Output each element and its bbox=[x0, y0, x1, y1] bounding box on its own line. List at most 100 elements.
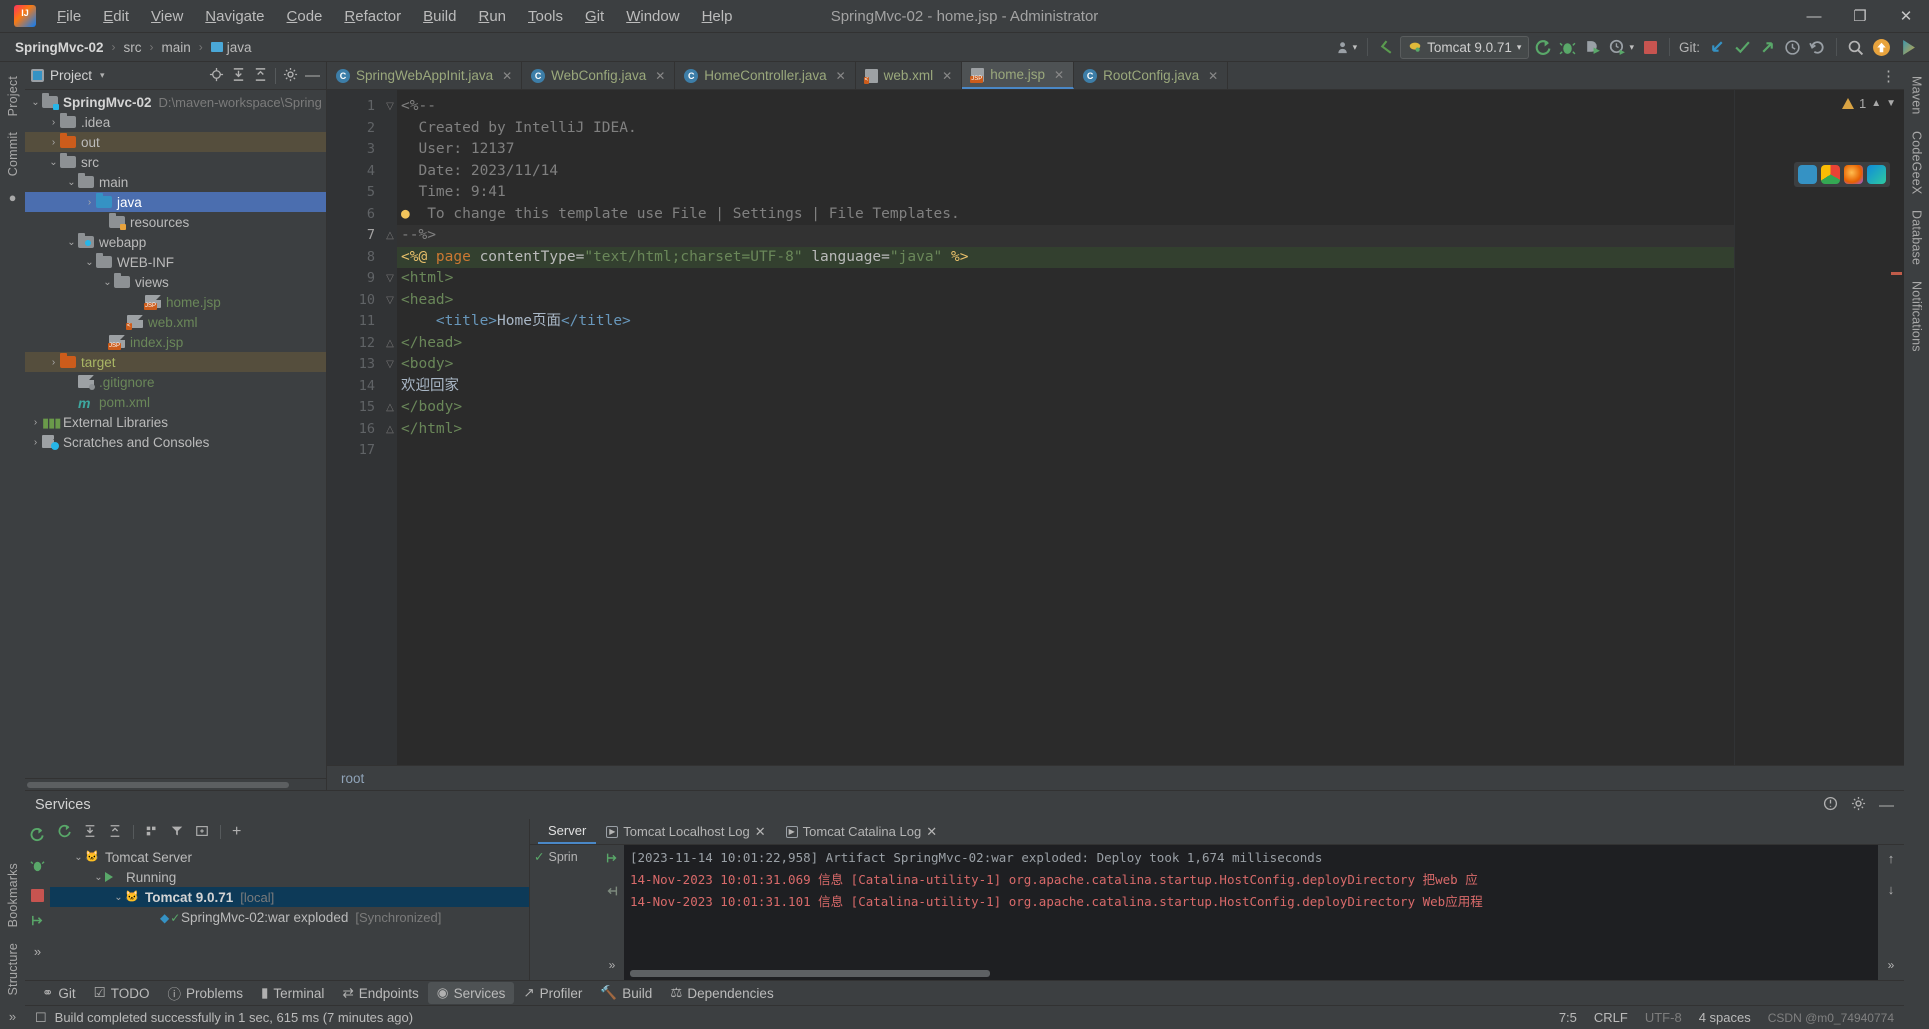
group-icon[interactable] bbox=[145, 824, 159, 841]
fold-marker[interactable]: △ bbox=[383, 419, 397, 441]
menu-refactor[interactable]: Refactor bbox=[333, 3, 412, 30]
exit-icon[interactable] bbox=[605, 851, 619, 870]
file-encoding[interactable]: UTF-8 bbox=[1645, 1010, 1682, 1025]
menu-help[interactable]: Help bbox=[691, 3, 744, 30]
tree-row-resources[interactable]: • resources bbox=[25, 212, 326, 232]
minimize-button[interactable]: — bbox=[1791, 0, 1837, 32]
scroll-up-icon[interactable]: ↑ bbox=[1888, 851, 1895, 866]
rail-item-bookmarks[interactable]: Bookmarks bbox=[3, 855, 23, 935]
tree-row-out[interactable]: › out bbox=[25, 132, 326, 152]
tool-window-todo[interactable]: ☑ TODO bbox=[85, 982, 159, 1004]
fold-marker[interactable]: ▽ bbox=[383, 96, 397, 118]
more-icon[interactable]: » bbox=[609, 958, 616, 980]
services-row-tomcat-server[interactable]: ⌄ Tomcat Server bbox=[50, 847, 529, 867]
chevron-down-icon[interactable]: ⌄ bbox=[83, 257, 96, 268]
chevron-right-icon[interactable]: › bbox=[29, 417, 42, 428]
locate-icon[interactable] bbox=[209, 67, 224, 85]
ide-browser-icon[interactable] bbox=[1798, 165, 1817, 184]
chevron-down-icon[interactable]: ⌄ bbox=[112, 892, 125, 903]
chevron-down-icon[interactable]: ⌄ bbox=[29, 97, 42, 108]
inspection-status[interactable]: 1 ▲ ▼ bbox=[1841, 96, 1896, 111]
menu-tools[interactable]: Tools bbox=[517, 3, 574, 30]
menu-run[interactable]: Run bbox=[467, 3, 517, 30]
svc-tab-tomcat-localhost-log[interactable]: ▶ Tomcat Localhost Log ✕ bbox=[596, 820, 775, 844]
close-icon[interactable]: ✕ bbox=[942, 69, 952, 83]
tree-row-index-jsp[interactable]: • JSP index.jsp bbox=[25, 332, 326, 352]
gear-icon[interactable] bbox=[1851, 796, 1866, 814]
gear-icon[interactable] bbox=[283, 67, 298, 85]
run-configuration-selector[interactable]: Tomcat 9.0.71 ▾ bbox=[1400, 35, 1530, 59]
back-arrow-icon[interactable] bbox=[1375, 36, 1398, 59]
tree-row-views[interactable]: ⌄ views bbox=[25, 272, 326, 292]
exit-icon[interactable] bbox=[30, 913, 45, 933]
tab-springwebappinit-java[interactable]: C SpringWebAppInit.java ✕ bbox=[327, 62, 523, 89]
stop-icon[interactable] bbox=[31, 889, 44, 902]
tree-row-gitignore[interactable]: • .gitignore bbox=[25, 372, 326, 392]
tree-row-java[interactable]: › java bbox=[25, 192, 326, 212]
debug-icon[interactable] bbox=[1556, 36, 1579, 59]
close-icon[interactable]: ✕ bbox=[755, 824, 766, 840]
back-icon[interactable] bbox=[605, 884, 619, 903]
caret-position[interactable]: 7:5 bbox=[1559, 1010, 1577, 1025]
tree-row-springmvc-02[interactable]: ⌄ SpringMvc-02 D:\maven-workspace\Spring bbox=[25, 92, 326, 112]
collapse-all-icon[interactable] bbox=[108, 824, 122, 841]
breadcrumb-item-main[interactable]: main bbox=[157, 38, 196, 57]
breadcrumb-item-src[interactable]: src bbox=[119, 38, 147, 57]
tree-row-home-jsp[interactable]: • JSP home.jsp bbox=[25, 292, 326, 312]
collapse-all-icon[interactable] bbox=[253, 67, 268, 85]
menu-file[interactable]: File bbox=[46, 3, 92, 30]
search-icon[interactable] bbox=[1844, 36, 1867, 59]
project-tree[interactable]: ⌄ SpringMvc-02 D:\maven-workspace\Spring… bbox=[25, 90, 326, 778]
tree-row-web-xml[interactable]: • < web.xml bbox=[25, 312, 326, 332]
scrollbar-marker[interactable] bbox=[1891, 272, 1902, 275]
fold-marker[interactable]: ▽ bbox=[383, 354, 397, 376]
console-output[interactable]: [2023-11-14 10:01:22,958] Artifact Sprin… bbox=[624, 845, 1878, 980]
help-icon[interactable] bbox=[1823, 796, 1838, 814]
editor-tabs-menu[interactable]: ⋮ bbox=[1873, 62, 1904, 89]
rerun-icon[interactable] bbox=[30, 827, 45, 847]
update-project-icon[interactable] bbox=[1706, 36, 1729, 59]
rail-item-project[interactable]: Project bbox=[3, 68, 23, 124]
editor-right-gutter[interactable]: 1 ▲ ▼ bbox=[1734, 90, 1904, 765]
tool-window-build[interactable]: 🔨 Build bbox=[591, 982, 661, 1004]
code-folding-gutter[interactable]: ▽ △ ▽ ▽ △ ▽ △ △ bbox=[383, 90, 397, 765]
services-row-tomcat-9071[interactable]: ⌄ Tomcat 9.0.71 [local] bbox=[50, 887, 529, 907]
updates-available-icon[interactable] bbox=[1869, 36, 1894, 59]
close-icon[interactable]: ✕ bbox=[836, 69, 846, 83]
chevron-down-icon[interactable]: ⌄ bbox=[92, 872, 105, 883]
svc-tab-tomcat-catalina-log[interactable]: ▶ Tomcat Catalina Log ✕ bbox=[776, 820, 947, 844]
rollback-icon[interactable] bbox=[1806, 36, 1829, 59]
push-icon[interactable] bbox=[1756, 36, 1779, 59]
tree-row-target[interactable]: › target bbox=[25, 352, 326, 372]
chevron-down-icon[interactable]: ⌄ bbox=[47, 157, 60, 168]
stop-icon[interactable] bbox=[1639, 36, 1662, 59]
fold-marker[interactable]: ▽ bbox=[383, 290, 397, 312]
menu-view[interactable]: View bbox=[140, 3, 194, 30]
close-icon[interactable]: ✕ bbox=[655, 69, 665, 83]
tree-row-webapp[interactable]: ⌄ webapp bbox=[25, 232, 326, 252]
tree-row-src[interactable]: ⌄ src bbox=[25, 152, 326, 172]
maximize-button[interactable]: ❐ bbox=[1837, 0, 1883, 32]
chevron-right-icon[interactable]: › bbox=[47, 137, 60, 148]
tool-window-services[interactable]: ◉ Services bbox=[427, 982, 515, 1004]
services-tree[interactable]: ⌄ Tomcat Server ⌄ Running ⌄ bbox=[50, 845, 529, 980]
rail-item-database[interactable]: Database bbox=[1907, 202, 1927, 273]
ide-icon[interactable] bbox=[1896, 36, 1921, 59]
chevron-down-icon[interactable]: ▼ bbox=[1886, 98, 1896, 109]
tree-row-scratches-and-consoles[interactable]: › Scratches and Consoles bbox=[25, 432, 326, 452]
edge-icon[interactable] bbox=[1867, 165, 1886, 184]
profiler-icon[interactable]: ▾ bbox=[1606, 36, 1637, 59]
fold-marker[interactable]: ▽ bbox=[383, 268, 397, 290]
close-icon[interactable]: ✕ bbox=[1208, 69, 1218, 83]
chevron-down-icon[interactable]: ▾ bbox=[100, 70, 105, 81]
firefox-icon[interactable] bbox=[1844, 165, 1863, 184]
hide-panel-icon[interactable]: — bbox=[1879, 797, 1894, 814]
expand-all-icon[interactable] bbox=[231, 67, 246, 85]
tool-window-profiler[interactable]: ↗ Profiler bbox=[514, 982, 591, 1004]
chevron-up-icon[interactable]: ▲ bbox=[1871, 98, 1881, 109]
tree-row-web-inf[interactable]: ⌄ WEB-INF bbox=[25, 252, 326, 272]
chevron-down-icon[interactable]: ⌄ bbox=[65, 237, 78, 248]
tree-row-main[interactable]: ⌄ main bbox=[25, 172, 326, 192]
indent-setting[interactable]: 4 spaces bbox=[1699, 1010, 1751, 1025]
close-icon[interactable]: ✕ bbox=[926, 824, 937, 840]
